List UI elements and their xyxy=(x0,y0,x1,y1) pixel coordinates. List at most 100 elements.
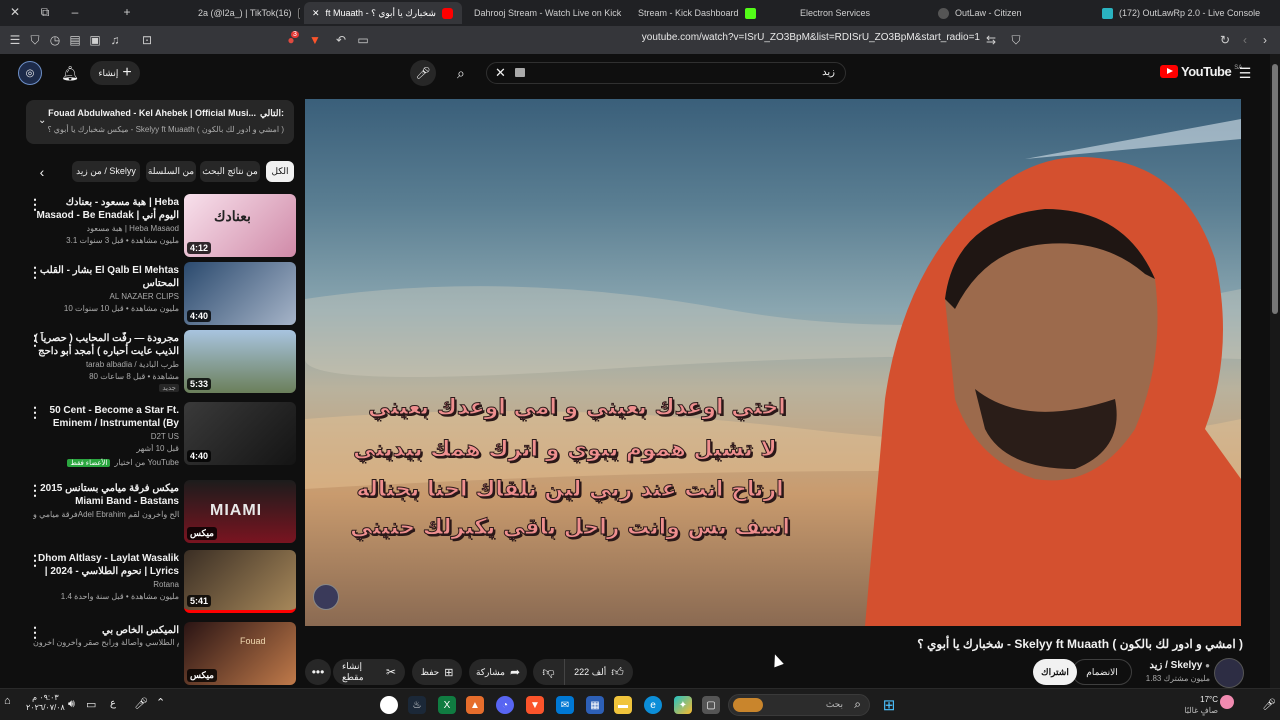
new-tab-icon[interactable]: + xyxy=(120,5,134,19)
reader-mode-icon[interactable]: ▭ xyxy=(356,33,370,47)
list-item[interactable]: ⋮ 4:40 50 Cent - Become a Star Ft. Emine… xyxy=(20,402,296,468)
volume-icon[interactable]: 🔊︎ xyxy=(68,698,75,711)
youtube-logo[interactable]: YouTube SA xyxy=(1160,64,1242,79)
bookmark-icon[interactable]: ⛉ xyxy=(1009,33,1023,47)
bookmarks-icon[interactable]: ▤ xyxy=(68,33,82,47)
chevron-down-icon[interactable]: ⌄ xyxy=(38,115,46,126)
steam-icon[interactable]: ♨ xyxy=(408,696,426,714)
subscribe-button[interactable]: اشتراك xyxy=(1033,659,1077,685)
channel-avatar[interactable] xyxy=(1214,658,1244,688)
chip-from-channel[interactable]: من زيد / Skelyy xyxy=(72,161,140,182)
sidebar-menu-icon[interactable]: ☰ xyxy=(8,33,22,47)
reload-icon[interactable]: ↻ xyxy=(1218,33,1232,47)
video-title[interactable]: الميكس الخاص بي xyxy=(33,624,179,637)
shield-icon[interactable]: ⛉ xyxy=(28,33,42,47)
tab-kick-dashboard[interactable]: Stream - Kick Dashboard xyxy=(630,2,790,24)
save-button[interactable]: حفظ ⊞ xyxy=(412,659,462,685)
chips-scroll-left-icon[interactable]: ‹ xyxy=(34,162,50,182)
video-thumbnail[interactable]: 4:40 xyxy=(184,262,296,325)
up-next-panel[interactable]: ⌄ Fouad Abdulwahed - Kel Ahebek | Offici… xyxy=(26,100,294,144)
task-view-icon[interactable]: ▢ xyxy=(702,696,720,714)
taskbar-search[interactable]: بحث ⌕ xyxy=(728,694,870,716)
brave-shield-icon[interactable]: ▼ xyxy=(308,33,322,47)
keyboard-icon[interactable] xyxy=(515,68,525,77)
chip-all[interactable]: الكل xyxy=(266,161,294,182)
app-icon-1[interactable] xyxy=(380,696,398,714)
video-title[interactable]: Dhom Altlasy - Laylat Wasalik | نحوم الط… xyxy=(33,552,179,578)
notifications-bell-icon[interactable]: 🔔︎ xyxy=(60,63,80,83)
video-title[interactable]: هبة مسعود - بعنادك | Heba Masaod - Be En… xyxy=(33,196,179,222)
join-button[interactable]: الانضمام xyxy=(1072,659,1132,685)
discord-icon[interactable]: ◔ xyxy=(496,696,514,714)
list-item[interactable]: ⋮ Fouad ميكس الميكس الخاص بي نحوم الطلاس… xyxy=(20,622,296,688)
create-button[interactable]: إنشاء + xyxy=(90,61,140,85)
channel-name[interactable]: tarab albadia / طرب البادية xyxy=(33,360,179,369)
channel-name[interactable]: هبة مسعود | Heba Masaod xyxy=(33,224,179,233)
close-tab-icon[interactable]: ✕ xyxy=(312,8,320,19)
clear-search-icon[interactable]: ✕ xyxy=(495,65,506,81)
video-thumbnail[interactable]: بعنادك 4:12 xyxy=(184,194,296,257)
more-actions-button[interactable]: ••• xyxy=(305,659,331,685)
scrollbar-thumb[interactable] xyxy=(1272,64,1278,314)
video-thumbnail[interactable]: 5:41 xyxy=(184,550,296,613)
tab-menu-icon[interactable]: ⧉ xyxy=(38,5,52,19)
minimize-icon[interactable]: – xyxy=(68,5,82,19)
list-item[interactable]: ⋮ بعنادك 4:12 هبة مسعود - بعنادك | Heba … xyxy=(20,194,296,260)
edge-icon[interactable]: e xyxy=(644,696,662,714)
list-item[interactable]: ⋮ 4:40 بشار - القلب El Qalb El Mehtas ال… xyxy=(20,262,296,328)
video-title[interactable]: ميكس فرقة ميامي بستانس 2015 Miami Band -… xyxy=(33,482,179,508)
tab-outlaw-citizen[interactable]: OutLaw - Citizen xyxy=(930,2,1090,24)
mic-tray-icon[interactable]: 🎤︎ xyxy=(134,697,148,710)
clock[interactable]: ٠٩:٠٣ م ٢٠٢٦/٠٧/٠٨ xyxy=(26,693,65,713)
share-link-icon[interactable]: ⇆ xyxy=(984,33,998,47)
channel-name[interactable]: AL NAZAER CLIPS xyxy=(33,292,179,301)
taskbar-mic-icon[interactable]: 🎤︎ xyxy=(1262,698,1276,711)
tab-tiktok[interactable]: 2a (@l2a_) | TikTok(16) xyxy=(190,2,300,24)
store-icon[interactable]: ▦ xyxy=(586,696,604,714)
app-icon-4[interactable]: ▲ xyxy=(466,696,484,714)
channel-name[interactable]: D2T US xyxy=(33,432,179,441)
tab-kick-stream[interactable]: Dahrooj Stream - Watch Live on Kick xyxy=(466,2,626,24)
screenshot-icon[interactable]: ⊡ xyxy=(140,33,154,47)
chip-from-series[interactable]: من السلسلة xyxy=(146,161,196,182)
url-field[interactable]: youtube.com/watch?v=ISrU_ZO3BpM&list=RDI… xyxy=(560,32,980,48)
tab-electron-services[interactable]: Electron Services xyxy=(792,2,920,24)
video-thumbnail[interactable]: 5:33 xyxy=(184,330,296,393)
channel-watermark[interactable] xyxy=(313,584,339,610)
windows-start-icon[interactable]: ⊞ xyxy=(880,696,898,714)
video-title[interactable]: بشار - القلب El Qalb El Mehtas المحتاس xyxy=(33,264,179,290)
weather-icon[interactable] xyxy=(1220,695,1234,709)
page-scrollbar[interactable] xyxy=(1270,54,1280,688)
channel-name-row[interactable]: زيد / Skelyy ● xyxy=(1120,660,1210,671)
forward-icon[interactable]: › xyxy=(1258,33,1272,47)
share-button[interactable]: مشاركة ➦ xyxy=(469,659,527,685)
copilot-icon[interactable]: ✦ xyxy=(674,696,692,714)
video-title[interactable]: مجرودة — رفّت المحايب ( حصرياً ) الذيب ع… xyxy=(33,332,179,358)
microphone-icon[interactable]: 🎤︎ xyxy=(410,60,436,86)
sidebar-toggle-icon[interactable]: ▣ xyxy=(88,33,102,47)
menu-icon[interactable]: ☰ xyxy=(1236,64,1254,82)
clip-button[interactable]: إنشاء مقطع ✂ xyxy=(333,659,405,685)
channel-name[interactable]: نحوم الطلاسي وأصالة ورابح صقر وآخرون آخر… xyxy=(33,638,179,647)
avatar[interactable]: ◎ xyxy=(18,61,42,85)
language-indicator[interactable]: ع xyxy=(110,698,116,709)
channel-name[interactable]: فرقة ميامي وAdel Ebrahim وزايد الصالح وآ… xyxy=(33,510,179,519)
search-box[interactable]: ⌕ ✕ زيد xyxy=(457,62,846,84)
tab-live-console[interactable]: (172) OutLawRp 2.0 - Live Console xyxy=(1094,2,1274,24)
network-icon[interactable]: ▭ xyxy=(86,698,96,711)
list-item[interactable]: ⋮ 5:41 Dhom Altlasy - Laylat Wasalik | ن… xyxy=(20,550,296,616)
search-input[interactable]: زيد xyxy=(822,67,835,78)
back-icon[interactable]: ‹ xyxy=(1238,33,1252,47)
music-icon[interactable]: ♫ xyxy=(108,33,122,47)
back-page-icon[interactable]: ↶ xyxy=(334,33,348,47)
tab-youtube-active[interactable]: ✕ ft Muaath - شخبارك يا أبوي ؟ xyxy=(304,2,462,24)
dislike-button[interactable]: 👎︎ xyxy=(533,659,565,685)
video-title[interactable]: 50 Cent - Become a Star Ft. Eminem / Ins… xyxy=(33,404,179,430)
channel-name[interactable]: Rotana xyxy=(33,580,179,589)
history-icon[interactable]: ◷ xyxy=(48,33,62,47)
close-window-icon[interactable]: ✕ xyxy=(8,5,22,19)
video-thumbnail[interactable]: 4:40 xyxy=(184,402,296,465)
video-player[interactable]: اختي اوعدك بعيني و امي اوعدك بعيني لا تش… xyxy=(305,99,1241,626)
like-button[interactable]: 222 ألف 👍︎ xyxy=(565,659,633,685)
tray-chevron-icon[interactable]: ⌃ xyxy=(156,696,165,709)
